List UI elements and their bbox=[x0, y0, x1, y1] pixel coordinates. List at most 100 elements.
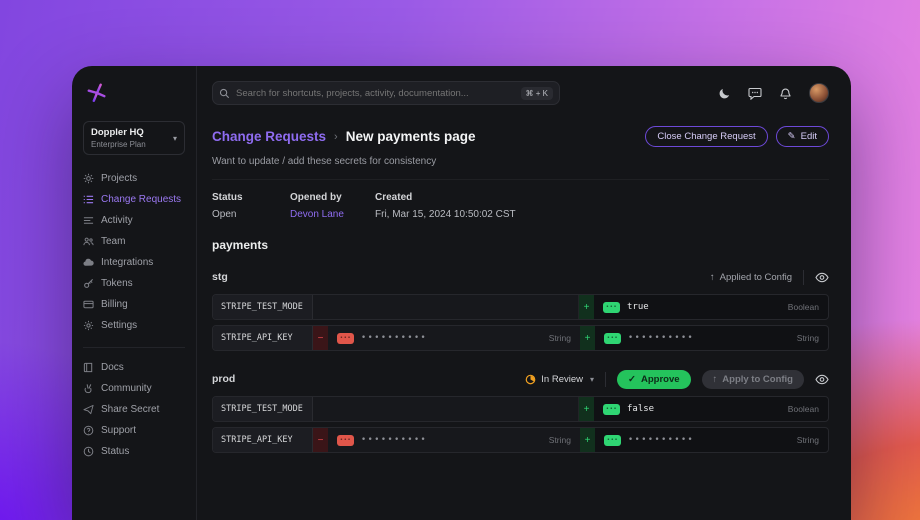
config-header-stg: stg ↑ Applied to Config bbox=[212, 265, 829, 289]
sidebar-item-projects[interactable]: Projects bbox=[83, 173, 185, 184]
integrations-icon bbox=[83, 258, 94, 266]
check-icon: ✓ bbox=[628, 373, 636, 385]
config-name: stg bbox=[212, 271, 228, 283]
projects-icon bbox=[83, 173, 94, 184]
search-icon bbox=[219, 88, 230, 98]
old-value-empty-cell bbox=[313, 397, 579, 421]
sidebar-item-label: Integrations bbox=[101, 257, 154, 268]
close-change-request-button[interactable]: Close Change Request bbox=[645, 126, 768, 147]
apply-to-config-button[interactable]: ↑ Apply to Config bbox=[701, 369, 804, 389]
secret-row: STRIPE_API_KEY − ••• •••••••••• String +… bbox=[212, 427, 829, 453]
reveal-secrets-button[interactable] bbox=[815, 374, 829, 385]
secret-value: true bbox=[627, 302, 649, 312]
diff-added-column: + bbox=[579, 295, 594, 319]
vertical-divider bbox=[605, 371, 607, 387]
value-type-label: String bbox=[548, 333, 571, 343]
old-value-empty-cell bbox=[313, 295, 579, 319]
secret-row: STRIPE_TEST_MODE + ••• true Boolean bbox=[212, 294, 829, 320]
community-icon bbox=[84, 384, 92, 394]
sidebar-item-label: Support bbox=[101, 425, 137, 436]
sidebar-item-docs[interactable]: Docs bbox=[83, 362, 185, 373]
breadcrumb-separator: › bbox=[334, 130, 338, 143]
sidebar-item-status[interactable]: Status bbox=[83, 446, 185, 457]
sidebar-item-team[interactable]: Team bbox=[83, 236, 185, 247]
secondary-nav: Docs Community Share Secret Support Stat… bbox=[83, 362, 185, 457]
value-type-label: Boolean bbox=[787, 302, 819, 312]
bell-icon[interactable] bbox=[779, 86, 792, 100]
value-type-label: String bbox=[796, 333, 819, 343]
approve-button[interactable]: ✓ Approve bbox=[617, 369, 691, 389]
sidebar-item-support[interactable]: Support bbox=[83, 425, 185, 436]
page-header: Change Requests › New payments page Clos… bbox=[212, 126, 829, 147]
sidebar-item-change-requests[interactable]: Change Requests bbox=[83, 194, 185, 205]
page-title: New payments page bbox=[345, 129, 476, 144]
old-value-cell[interactable]: ••• •••••••••• String bbox=[328, 428, 580, 452]
docs-icon bbox=[83, 362, 93, 373]
sidebar-item-label: Change Requests bbox=[101, 194, 182, 205]
doppler-logo-icon bbox=[86, 82, 185, 109]
masked-badge-icon: ••• bbox=[337, 434, 354, 446]
sidebar-item-integrations[interactable]: Integrations bbox=[83, 257, 185, 268]
primary-nav: Projects Change Requests Activity Team I… bbox=[83, 173, 185, 331]
user-avatar[interactable] bbox=[809, 83, 829, 103]
masked-secret-value: •••••••••• bbox=[361, 333, 428, 343]
review-status-dropdown[interactable]: In Review ▾ bbox=[525, 374, 594, 385]
new-value-cell[interactable]: ••• •••••••••• String bbox=[595, 326, 828, 350]
sidebar-item-label: Team bbox=[101, 236, 126, 247]
sidebar-item-label: Community bbox=[101, 383, 152, 394]
new-value-cell[interactable]: ••• false Boolean bbox=[594, 397, 828, 421]
team-icon bbox=[83, 237, 94, 246]
opened-by-value[interactable]: Devon Lane bbox=[290, 209, 375, 220]
workspace-selector[interactable]: Doppler HQ Enterprise Plan ▾ bbox=[83, 121, 185, 155]
search-input[interactable] bbox=[236, 87, 515, 99]
new-value-cell[interactable]: ••• •••••••••• String bbox=[595, 428, 828, 452]
sidebar-item-label: Share Secret bbox=[101, 404, 160, 415]
old-value-cell[interactable]: ••• •••••••••• String bbox=[328, 326, 580, 350]
secret-key[interactable]: STRIPE_API_KEY bbox=[213, 326, 313, 350]
masked-badge-icon: ••• bbox=[604, 434, 621, 446]
dark-mode-icon[interactable] bbox=[718, 87, 731, 100]
sidebar-item-community[interactable]: Community bbox=[83, 383, 185, 394]
chevron-down-icon: ▾ bbox=[590, 374, 595, 384]
topbar-icons bbox=[718, 83, 829, 103]
sidebar-item-billing[interactable]: Billing bbox=[83, 299, 185, 310]
chevron-down-icon: ▾ bbox=[172, 133, 177, 143]
sidebar-item-label: Tokens bbox=[101, 278, 133, 289]
secret-key[interactable]: STRIPE_API_KEY bbox=[213, 428, 313, 452]
breadcrumb[interactable]: Change Requests bbox=[212, 129, 326, 144]
desktop-background: Doppler HQ Enterprise Plan ▾ Projects Ch… bbox=[0, 0, 920, 520]
page-subtitle: Want to update / add these secrets for c… bbox=[212, 156, 437, 167]
workspace-plan: Enterprise Plan bbox=[91, 140, 146, 149]
workspace-name: Doppler HQ bbox=[91, 127, 144, 138]
masked-secret-value: •••••••••• bbox=[628, 435, 695, 445]
search-bar[interactable]: ⌘ + K bbox=[212, 81, 560, 105]
status-icon bbox=[83, 446, 94, 457]
change-requests-icon bbox=[83, 195, 94, 204]
sidebar-item-settings[interactable]: Settings bbox=[83, 320, 185, 331]
minus-icon: − bbox=[317, 332, 324, 344]
created-label: Created bbox=[375, 192, 413, 203]
masked-secret-value: •••••••••• bbox=[361, 435, 428, 445]
applied-to-config-status: ↑ Applied to Config bbox=[709, 271, 792, 283]
chat-icon[interactable] bbox=[748, 87, 762, 100]
secret-key[interactable]: STRIPE_TEST_MODE bbox=[213, 295, 313, 319]
reveal-secrets-button[interactable] bbox=[815, 272, 829, 283]
diff-added-column: + bbox=[580, 326, 595, 350]
arrow-up-icon: ↑ bbox=[709, 271, 715, 283]
secret-row: STRIPE_TEST_MODE + ••• false Boolean bbox=[212, 396, 829, 422]
plus-icon: + bbox=[584, 332, 591, 344]
request-meta: Status Open Opened by Devon Lane Created… bbox=[212, 192, 829, 220]
plus-icon: + bbox=[583, 403, 590, 415]
sidebar-item-tokens[interactable]: Tokens bbox=[83, 278, 185, 289]
secret-key[interactable]: STRIPE_TEST_MODE bbox=[213, 397, 313, 421]
masked-secret-value: •••••••••• bbox=[628, 333, 695, 343]
settings-icon bbox=[83, 320, 94, 331]
masked-badge-icon: ••• bbox=[603, 403, 620, 415]
new-value-cell[interactable]: ••• true Boolean bbox=[594, 295, 828, 319]
keyboard-shortcut-badge: ⌘ + K bbox=[520, 86, 553, 100]
arrow-up-icon: ↑ bbox=[712, 373, 718, 385]
edit-button[interactable]: ✎ Edit bbox=[775, 126, 829, 147]
sidebar-item-share-secret[interactable]: Share Secret bbox=[83, 404, 185, 415]
vertical-divider bbox=[803, 269, 804, 285]
sidebar-item-activity[interactable]: Activity bbox=[83, 215, 185, 226]
